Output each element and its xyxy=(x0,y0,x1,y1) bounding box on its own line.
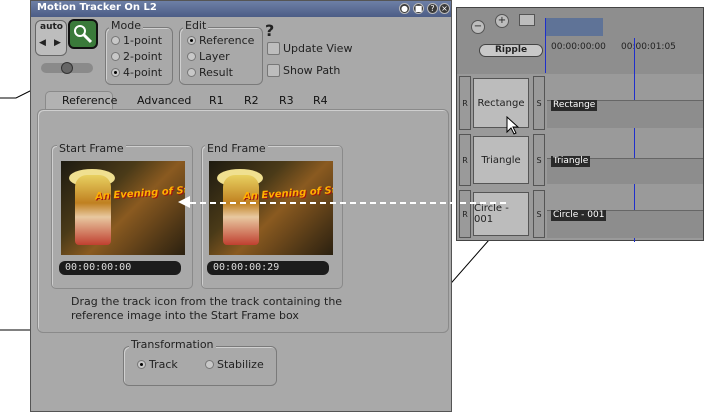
person-shape xyxy=(223,175,259,245)
radio-icon xyxy=(111,52,120,61)
edit-result[interactable]: Result xyxy=(187,66,233,79)
transformation-label: Transformation xyxy=(129,338,216,351)
update-view-checkbox[interactable]: Update View xyxy=(267,42,352,55)
mode-1-point[interactable]: 1-point xyxy=(111,34,162,47)
track-row-0: R Rectange S Rectange xyxy=(457,76,703,132)
timecode-mark: 00:00:01:05 xyxy=(621,42,676,52)
track-icon-triangle[interactable]: Triangle xyxy=(473,136,529,184)
solo-toggle[interactable]: S xyxy=(533,190,545,238)
edit-label: Edit xyxy=(183,19,209,32)
radio-selected-icon xyxy=(111,68,120,77)
record-toggle[interactable]: R xyxy=(459,190,471,238)
tab-reference[interactable]: Reference xyxy=(62,94,117,107)
help-icon[interactable]: ? xyxy=(265,21,274,40)
next-arrow-icon[interactable]: ▶ xyxy=(54,38,61,48)
tab-advanced[interactable]: Advanced xyxy=(137,94,191,107)
title-bar[interactable]: Motion Tracker On L2 ● ■ ? × xyxy=(31,1,451,17)
tab-r1[interactable]: R1 xyxy=(209,94,224,107)
track-tool-button[interactable] xyxy=(68,19,98,49)
auto-button[interactable]: auto xyxy=(40,22,63,32)
drag-arrow-icon xyxy=(178,196,190,208)
track-icon-circle-001[interactable]: Circle - 001 xyxy=(473,192,529,236)
show-path-checkbox[interactable]: Show Path xyxy=(267,64,340,77)
auto-nav-cluster: auto ◀ ▶ xyxy=(35,20,67,56)
solo-toggle[interactable]: S xyxy=(533,134,545,186)
edit-layer[interactable]: Layer xyxy=(187,50,230,63)
edit-reference[interactable]: Reference xyxy=(187,34,254,47)
zoom-in-icon[interactable]: + xyxy=(495,14,509,28)
ripple-button[interactable]: Ripple xyxy=(479,44,543,57)
view-icon[interactable] xyxy=(519,14,535,26)
jog-slider[interactable] xyxy=(41,62,93,74)
zoom-out-icon[interactable]: − xyxy=(471,20,485,34)
checkbox-icon xyxy=(267,42,280,55)
timecode-start: 00:00:00:00 xyxy=(551,42,606,52)
tab-r3[interactable]: R3 xyxy=(279,94,294,107)
person-shape xyxy=(75,175,111,245)
settings-icon[interactable]: ■ xyxy=(413,3,424,14)
mode-2-point[interactable]: 2-point xyxy=(111,50,162,63)
record-toggle[interactable]: R xyxy=(459,134,471,186)
radio-selected-icon xyxy=(137,360,146,369)
radio-selected-icon xyxy=(187,36,196,45)
close-icon[interactable]: × xyxy=(439,3,450,14)
minimize-icon[interactable]: ● xyxy=(399,3,410,14)
radio-icon xyxy=(205,360,214,369)
magnifier-icon xyxy=(74,25,93,44)
window-title: Motion Tracker On L2 xyxy=(37,2,157,13)
track-row-2: R Circle - 001 S Circle - 001 xyxy=(457,190,703,240)
mode-4-point[interactable]: 4-point xyxy=(111,66,162,79)
start-frame-thumbnail: An Evening of Stardust xyxy=(61,161,185,255)
instructions-text: Drag the track icon from the track conta… xyxy=(71,295,343,322)
end-frame-label: End Frame xyxy=(205,142,268,155)
cursor-icon xyxy=(506,116,520,135)
start-timecode: 00:00:00:00 xyxy=(59,261,181,275)
transformation-stabilize[interactable]: Stabilize xyxy=(205,358,264,371)
prev-arrow-icon[interactable]: ◀ xyxy=(39,38,46,48)
start-marker xyxy=(545,18,546,73)
solo-toggle[interactable]: S xyxy=(533,76,545,130)
record-toggle[interactable]: R xyxy=(459,76,471,130)
start-frame-label: Start Frame xyxy=(57,142,126,155)
clip-label[interactable]: Rectange xyxy=(551,100,598,111)
end-frame-thumbnail: An Evening of Stardust xyxy=(209,161,333,255)
motion-tracker-window: Motion Tracker On L2 ● ■ ? × auto ◀ ▶ Mo… xyxy=(30,0,452,412)
timeline-panel: − + Ripple 00:00:00:00 00:00:01:05 R Rec… xyxy=(456,7,704,242)
jog-handle-icon[interactable] xyxy=(61,62,73,74)
track-row-1: R Triangle S Triangle xyxy=(457,134,703,188)
timeline-mini-ruler xyxy=(545,18,603,36)
radio-icon xyxy=(111,36,120,45)
end-timecode: 00:00:00:29 xyxy=(207,261,329,275)
transformation-track[interactable]: Track xyxy=(137,358,178,371)
drag-path-line xyxy=(190,202,506,204)
clip-label[interactable]: Triangle xyxy=(551,156,591,167)
radio-icon xyxy=(187,68,196,77)
radio-icon xyxy=(187,52,196,61)
mode-label: Mode xyxy=(109,19,143,32)
clip-label[interactable]: Circle - 001 xyxy=(551,210,607,221)
help-title-icon[interactable]: ? xyxy=(427,3,438,14)
tab-r2[interactable]: R2 xyxy=(244,94,259,107)
checkbox-icon xyxy=(267,64,280,77)
tab-r4[interactable]: R4 xyxy=(313,94,328,107)
